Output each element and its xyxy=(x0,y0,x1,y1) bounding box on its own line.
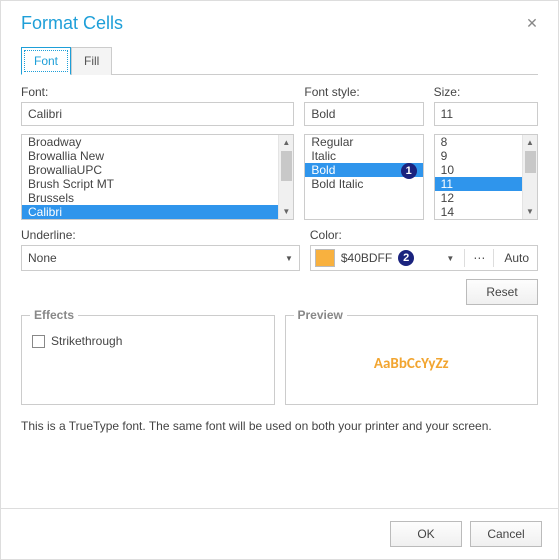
style-input[interactable] xyxy=(304,102,423,126)
separator xyxy=(493,249,494,267)
preview-sample: AaBbCcYyZz xyxy=(296,334,528,394)
list-item[interactable]: Browallia New xyxy=(22,149,278,163)
callout-1: 1 xyxy=(401,163,417,179)
chevron-down-icon[interactable]: ▼ xyxy=(442,254,458,263)
scrollbar[interactable]: ▲ ▼ xyxy=(278,135,293,219)
ellipsis-icon[interactable]: ⋯ xyxy=(471,251,487,265)
scroll-up-icon[interactable]: ▲ xyxy=(523,135,537,150)
tab-fill[interactable]: Fill xyxy=(71,47,112,75)
scroll-thumb[interactable] xyxy=(525,151,536,173)
tab-font[interactable]: Font xyxy=(21,47,71,75)
underline-value: None xyxy=(28,251,57,265)
dialog-body: Font Fill Font: Font style: Size: Broadw… xyxy=(1,42,558,508)
font-label: Font: xyxy=(21,85,294,99)
underline-label: Underline: xyxy=(21,228,300,242)
dialog-title: Format Cells xyxy=(21,13,123,34)
list-item[interactable]: Italic xyxy=(305,149,422,163)
list-item[interactable]: 14 xyxy=(435,205,522,219)
titlebar: Format Cells ✕ xyxy=(1,1,558,42)
color-auto-button[interactable]: Auto xyxy=(500,251,533,265)
lists-row: BroadwayBrowallia NewBrowalliaUPCBrush S… xyxy=(21,134,538,220)
list-item[interactable]: 8 xyxy=(435,135,522,149)
groups-row: Effects Strikethrough Preview AaBbCcYyZz xyxy=(21,315,538,405)
ok-button[interactable]: OK xyxy=(390,521,462,547)
size-listbox[interactable]: 8910111214 ▲ ▼ xyxy=(434,134,538,220)
tab-strip: Font Fill xyxy=(21,46,538,75)
style-label: Font style: xyxy=(304,85,423,99)
underline-color-row: Underline: None ▼ Color: $40BDFF 2 ▼ ⋯ A… xyxy=(21,228,538,271)
effects-group: Effects Strikethrough xyxy=(21,315,275,405)
scroll-down-icon[interactable]: ▼ xyxy=(523,204,537,219)
font-listbox[interactable]: BroadwayBrowallia NewBrowalliaUPCBrush S… xyxy=(21,134,294,220)
reset-button[interactable]: Reset xyxy=(466,279,538,305)
list-item[interactable]: 11 xyxy=(435,177,522,191)
scrollbar[interactable]: ▲ ▼ xyxy=(522,135,537,219)
list-item[interactable]: 12 xyxy=(435,191,522,205)
color-swatch xyxy=(315,249,335,267)
separator xyxy=(464,249,465,267)
chevron-down-icon: ▼ xyxy=(285,254,293,263)
list-item[interactable]: Broadway xyxy=(22,135,278,149)
scroll-up-icon[interactable]: ▲ xyxy=(279,135,293,150)
list-item[interactable]: Calibri xyxy=(22,205,278,219)
callout-2: 2 xyxy=(398,250,414,266)
list-item[interactable]: Brush Script MT xyxy=(22,177,278,191)
font-row: Font: Font style: Size: xyxy=(21,85,538,126)
list-item[interactable]: Regular xyxy=(305,135,422,149)
strikethrough-label: Strikethrough xyxy=(51,334,122,348)
preview-legend: Preview xyxy=(294,308,347,322)
color-hex: $40BDFF xyxy=(341,251,392,265)
list-item[interactable]: 10 xyxy=(435,163,522,177)
list-item[interactable]: Brussels xyxy=(22,191,278,205)
cancel-button[interactable]: Cancel xyxy=(470,521,542,547)
color-label: Color: xyxy=(310,228,538,242)
button-bar: OK Cancel xyxy=(1,508,558,559)
list-item[interactable]: Bold Italic xyxy=(305,177,422,191)
scroll-down-icon[interactable]: ▼ xyxy=(279,204,293,219)
size-label: Size: xyxy=(434,85,538,99)
strikethrough-checkbox[interactable]: Strikethrough xyxy=(32,334,264,348)
footer-note: This is a TrueType font. The same font w… xyxy=(21,419,538,433)
effects-legend: Effects xyxy=(30,308,78,322)
checkbox-box xyxy=(32,335,45,348)
style-listbox[interactable]: RegularItalicBoldBold Italic 1 xyxy=(304,134,423,220)
size-input[interactable] xyxy=(434,102,538,126)
color-picker[interactable]: $40BDFF 2 ▼ ⋯ Auto xyxy=(310,245,538,271)
preview-group: Preview AaBbCcYyZz xyxy=(285,315,539,405)
list-item[interactable]: 9 xyxy=(435,149,522,163)
scroll-thumb[interactable] xyxy=(281,151,292,181)
format-cells-dialog: Format Cells ✕ Font Fill Font: Font styl… xyxy=(0,0,559,560)
list-item[interactable]: BrowalliaUPC xyxy=(22,163,278,177)
underline-select[interactable]: None ▼ xyxy=(21,245,300,271)
font-input[interactable] xyxy=(21,102,294,126)
close-icon[interactable]: ✕ xyxy=(522,15,542,32)
